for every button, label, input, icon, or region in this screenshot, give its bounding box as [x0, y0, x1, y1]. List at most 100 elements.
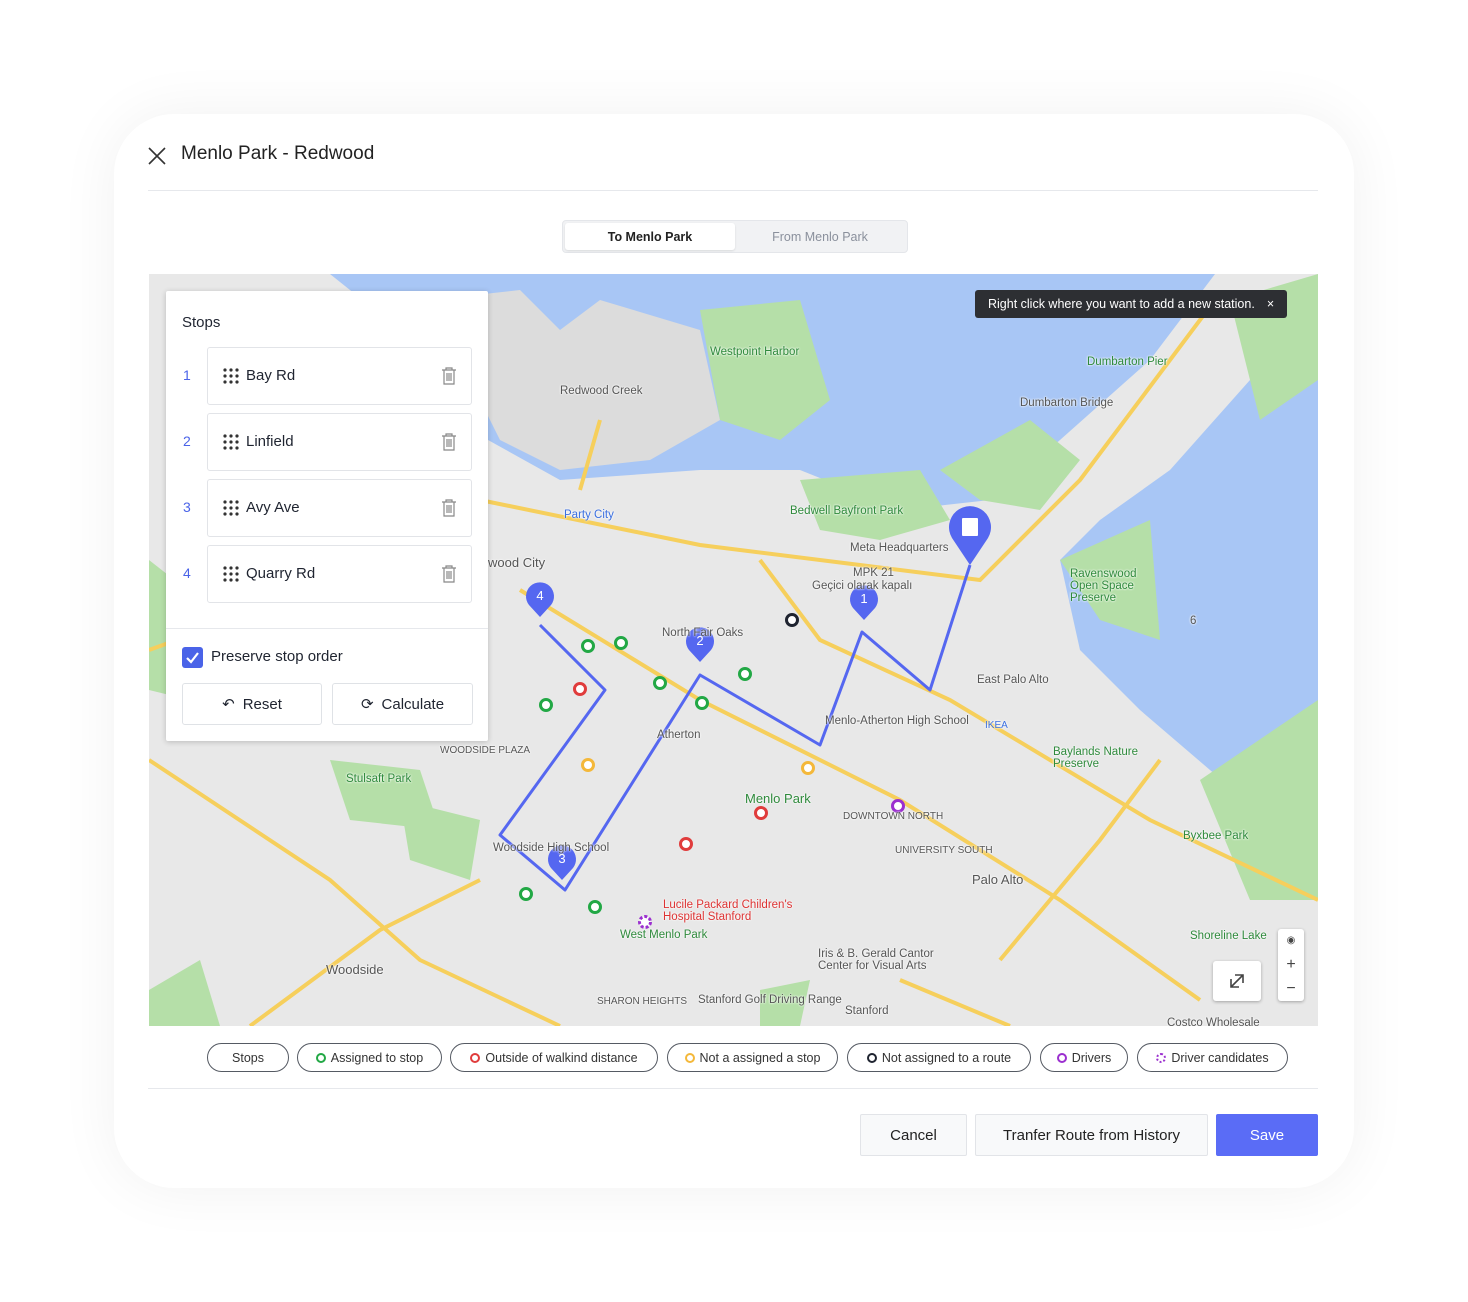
cancel-button[interactable]: Cancel: [860, 1114, 967, 1156]
trash-icon[interactable]: [441, 433, 457, 451]
map-label: SHARON HEIGHTS: [597, 996, 688, 1007]
stop-item[interactable]: Bay Rd: [207, 347, 472, 405]
rider-marker[interactable]: [891, 799, 905, 813]
legend-filter-not-assigned-to-a-route[interactable]: Not assigned to a route: [847, 1043, 1031, 1072]
map-label: IKEA: [985, 720, 1008, 731]
legend-label: Not assigned to a route: [881, 1050, 1012, 1065]
transfer-route-button[interactable]: Tranfer Route from History: [975, 1114, 1208, 1156]
map-label: Byxbee Park: [1183, 830, 1249, 842]
close-icon[interactable]: [148, 147, 166, 165]
map-label: Baylands Nature Preserve: [1053, 746, 1139, 770]
map-label: wood City: [488, 555, 546, 570]
legend-filter-outside-of-walkind-distance[interactable]: Outside of walkind distance: [450, 1043, 658, 1072]
stop-row: 2 Linfield: [166, 413, 488, 471]
map-label: UNIVERSITY SOUTH: [895, 845, 993, 856]
legend-marker-icon: [1056, 1052, 1067, 1063]
rider-marker[interactable]: [519, 887, 533, 901]
rider-marker[interactable]: [539, 698, 553, 712]
map-label: Redwood Creek: [560, 385, 643, 397]
map-label: WOODSIDE PLAZA: [440, 745, 531, 756]
legend-filter-driver-candidates[interactable]: Driver candidates: [1137, 1043, 1288, 1072]
drag-handle-icon[interactable]: [223, 566, 239, 582]
legend-filter-drivers[interactable]: Drivers: [1040, 1043, 1128, 1072]
legend-label: Assigned to stop: [330, 1050, 424, 1065]
rider-marker[interactable]: [754, 806, 768, 820]
calculate-label: Calculate: [381, 695, 445, 713]
divider: [148, 1088, 1318, 1089]
check-icon: [186, 652, 199, 664]
map-label: Bedwell Bayfront Park: [790, 505, 904, 517]
reset-label: Reset: [242, 695, 282, 713]
direction-toggle: To Menlo Park From Menlo Park: [562, 220, 908, 253]
drag-handle-icon[interactable]: [223, 368, 239, 384]
expand-icon: [1230, 974, 1244, 988]
rider-marker[interactable]: [581, 758, 595, 772]
map-label: Costco Wholesale: [1167, 1017, 1260, 1026]
rider-marker[interactable]: [785, 613, 799, 627]
tooltip-text: Right click where you want to add a new …: [988, 297, 1255, 311]
stop-row: 3 Avy Ave: [166, 479, 488, 537]
map-label: Stanford: [845, 1005, 889, 1017]
stop-item[interactable]: Linfield: [207, 413, 472, 471]
map-label: Menlo Park: [745, 791, 811, 806]
stop-item[interactable]: Avy Ave: [207, 479, 472, 537]
stop-name: Quarry Rd: [246, 565, 316, 582]
fullscreen-button[interactable]: [1213, 961, 1261, 1001]
trash-icon[interactable]: [441, 565, 457, 583]
rider-marker[interactable]: [581, 639, 595, 653]
map-label: Dumbarton Bridge: [1020, 397, 1114, 409]
stop-row: 4 Quarry Rd: [166, 545, 488, 603]
legend-marker-icon: [315, 1052, 326, 1063]
legend-filter-stops[interactable]: Stops: [207, 1043, 289, 1072]
legend-filter-assigned-to-stop[interactable]: Assigned to stop: [297, 1043, 442, 1072]
rider-marker[interactable]: [738, 667, 752, 681]
rider-marker[interactable]: [573, 682, 587, 696]
trash-icon[interactable]: [441, 499, 457, 517]
page-title: Menlo Park - Redwood: [181, 143, 375, 164]
map-label: Atherton: [657, 729, 701, 741]
legend-filter-not-a-assigned-a-stop[interactable]: Not a assigned a stop: [667, 1043, 838, 1072]
rider-marker[interactable]: [588, 900, 602, 914]
map-label: Woodside: [326, 962, 384, 977]
rider-marker[interactable]: [679, 837, 693, 851]
divider: [166, 628, 488, 629]
rider-marker[interactable]: [638, 915, 652, 929]
zoom-in-button[interactable]: +: [1278, 953, 1304, 977]
tab-to-menlo-park[interactable]: To Menlo Park: [565, 223, 735, 250]
map-label: Menlo-Atherton High School: [825, 715, 969, 727]
rider-marker[interactable]: [801, 761, 815, 775]
zoom-controls: ◉ + −: [1278, 929, 1304, 1001]
calculate-button[interactable]: ⟳ Calculate: [332, 683, 473, 725]
save-button[interactable]: Save: [1216, 1114, 1318, 1156]
legend-marker-icon: [866, 1052, 877, 1063]
undo-icon: ↶: [222, 696, 235, 713]
map-label: Palo Alto: [972, 872, 1024, 887]
locate-icon[interactable]: ◉: [1278, 929, 1304, 953]
map-label: Party City: [564, 509, 614, 521]
zoom-out-button[interactable]: −: [1278, 977, 1304, 1001]
map-label: DOWNTOWN NORTH: [843, 811, 944, 822]
rider-marker[interactable]: [653, 676, 667, 690]
tab-from-menlo-park[interactable]: From Menlo Park: [735, 223, 905, 250]
preserve-order-checkbox[interactable]: [182, 647, 203, 668]
rider-marker[interactable]: [614, 636, 628, 650]
rider-marker[interactable]: [695, 696, 709, 710]
tooltip-close-icon[interactable]: ×: [1267, 297, 1274, 311]
drag-handle-icon[interactable]: [223, 434, 239, 450]
map-label: Stanford Golf Driving Range: [698, 994, 842, 1006]
stop-number: 4: [183, 565, 191, 581]
map-label: Stulsaft Park: [346, 773, 412, 785]
stop-row: 1 Bay Rd: [166, 347, 488, 405]
trash-icon[interactable]: [441, 367, 457, 385]
map-label: Shoreline Lake: [1190, 930, 1267, 942]
reset-button[interactable]: ↶ Reset: [182, 683, 322, 725]
stops-title: Stops: [182, 314, 221, 331]
drag-handle-icon[interactable]: [223, 500, 239, 516]
legend-marker-icon: [684, 1052, 695, 1063]
stop-name: Avy Ave: [246, 499, 300, 516]
stop-item[interactable]: Quarry Rd: [207, 545, 472, 603]
legend-label: Outside of walkind distance: [485, 1050, 638, 1065]
stop-name: Bay Rd: [246, 367, 296, 384]
legend-label: Not a assigned a stop: [699, 1050, 821, 1065]
map-label: MPK 21: [853, 567, 894, 579]
